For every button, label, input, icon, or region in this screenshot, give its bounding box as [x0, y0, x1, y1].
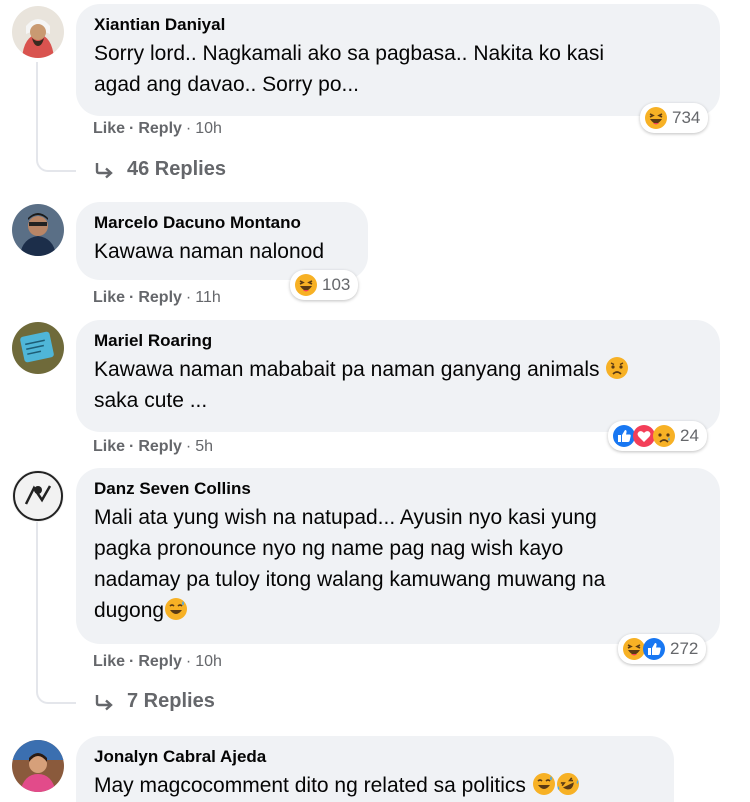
reply-arrow-icon: [93, 691, 115, 713]
comment-text: Kawawa naman mababait pa naman ganyang a…: [94, 354, 702, 385]
avatar[interactable]: [12, 204, 64, 256]
reply-link[interactable]: Reply: [138, 289, 182, 306]
comment-bubble: Mariel Roaring Kawawa naman mababait pa …: [76, 320, 720, 432]
sad-icon: [652, 424, 676, 448]
like-link[interactable]: Like: [93, 120, 125, 137]
reply-arrow-icon: [93, 159, 115, 181]
reply-link[interactable]: Reply: [138, 438, 182, 455]
separator: ·: [129, 120, 135, 137]
sad-emoji-icon: [605, 356, 629, 380]
timestamp[interactable]: 5h: [195, 438, 213, 455]
reaction-summary[interactable]: 734: [640, 103, 709, 133]
like-icon: [642, 637, 666, 661]
comment-bubble: Xiantian Daniyal Sorry lord.. Nagkamali …: [76, 4, 720, 116]
comment-text-line: dugong: [94, 599, 165, 622]
view-replies-button[interactable]: 7 Replies: [93, 690, 215, 713]
comment-text: Sorry lord.. Nagkamali ako sa pagbasa.. …: [94, 42, 605, 65]
timestamp[interactable]: 11h: [195, 289, 221, 306]
comment-bubble: Marcelo Dacuno Montano Kawawa naman nalo…: [76, 202, 368, 280]
comment-text: nadamay pa tuloy itong walang kamuwang m…: [94, 568, 606, 591]
avatar[interactable]: [12, 740, 64, 792]
comment-author[interactable]: Marcelo Dacuno Montano: [94, 212, 350, 234]
like-link[interactable]: Like: [93, 653, 125, 670]
comment-text-line: Kawawa naman mababait pa naman ganyang a…: [94, 358, 600, 381]
reply-link[interactable]: Reply: [138, 653, 182, 670]
comment-text: Kawawa naman nalonod: [94, 240, 324, 263]
separator: ·: [185, 120, 192, 137]
comment-text: dugong: [94, 595, 702, 626]
comment-text: pagka pronounce nyo ng name pag nag wish…: [94, 537, 564, 560]
rofl-emoji-icon: [556, 772, 580, 796]
reaction-count: 272: [670, 639, 699, 658]
thread-connector: [36, 672, 76, 704]
comment-text: May magcocomment dito ng related sa poli…: [94, 770, 656, 801]
sweat-smile-emoji-icon: [532, 772, 556, 796]
separator: ·: [185, 653, 192, 670]
comment-text: Mali ata yung wish na natupad... Ayusin …: [94, 506, 597, 529]
avatar[interactable]: [12, 322, 64, 374]
comment-bubble: Danz Seven Collins Mali ata yung wish na…: [76, 468, 720, 644]
comment-text: saka cute ...: [94, 389, 208, 412]
comment-actions: Like · Reply · 10h: [93, 652, 222, 672]
comment-author[interactable]: Danz Seven Collins: [94, 478, 702, 500]
comment-actions: Like · Reply · 11h: [93, 288, 221, 308]
reaction-summary[interactable]: 103: [290, 270, 359, 300]
sweat-smile-emoji-icon: [164, 597, 188, 621]
replies-label: 7 Replies: [127, 690, 215, 712]
like-link[interactable]: Like: [93, 289, 125, 306]
comment-bubble: Jonalyn Cabral Ajeda May magcocomment di…: [76, 736, 674, 802]
comment-actions: Like · Reply · 5h: [93, 437, 213, 457]
reaction-count: 103: [322, 275, 351, 294]
avatar[interactable]: [12, 6, 64, 58]
comment-actions: Like · Reply · 10h: [93, 119, 222, 139]
separator: ·: [129, 438, 135, 455]
comment-author[interactable]: Xiantian Daniyal: [94, 14, 702, 36]
like-link[interactable]: Like: [93, 438, 125, 455]
avatar[interactable]: [12, 470, 64, 522]
reaction-summary[interactable]: 272: [618, 634, 707, 664]
comment-text: agad ang davao.. Sorry po...: [94, 73, 360, 96]
separator: ·: [185, 289, 192, 306]
separator: ·: [129, 653, 135, 670]
reaction-count: 734: [672, 108, 701, 127]
separator: ·: [129, 289, 135, 306]
thread-connector: [36, 140, 76, 172]
reply-link[interactable]: Reply: [138, 120, 182, 137]
reaction-count: 24: [680, 426, 699, 445]
separator: ·: [185, 438, 192, 455]
thread-line: [36, 522, 38, 688]
timestamp[interactable]: 10h: [195, 653, 222, 670]
haha-icon: [294, 273, 318, 297]
view-replies-button[interactable]: 46 Replies: [93, 158, 226, 181]
timestamp[interactable]: 10h: [195, 120, 222, 137]
comment-author[interactable]: Mariel Roaring: [94, 330, 702, 352]
comment-author[interactable]: Jonalyn Cabral Ajeda: [94, 746, 656, 768]
reaction-summary[interactable]: 24: [608, 421, 707, 451]
haha-icon: [644, 106, 668, 130]
replies-label: 46 Replies: [127, 158, 226, 180]
comment-text-line: May magcocomment dito ng related sa poli…: [94, 774, 526, 797]
